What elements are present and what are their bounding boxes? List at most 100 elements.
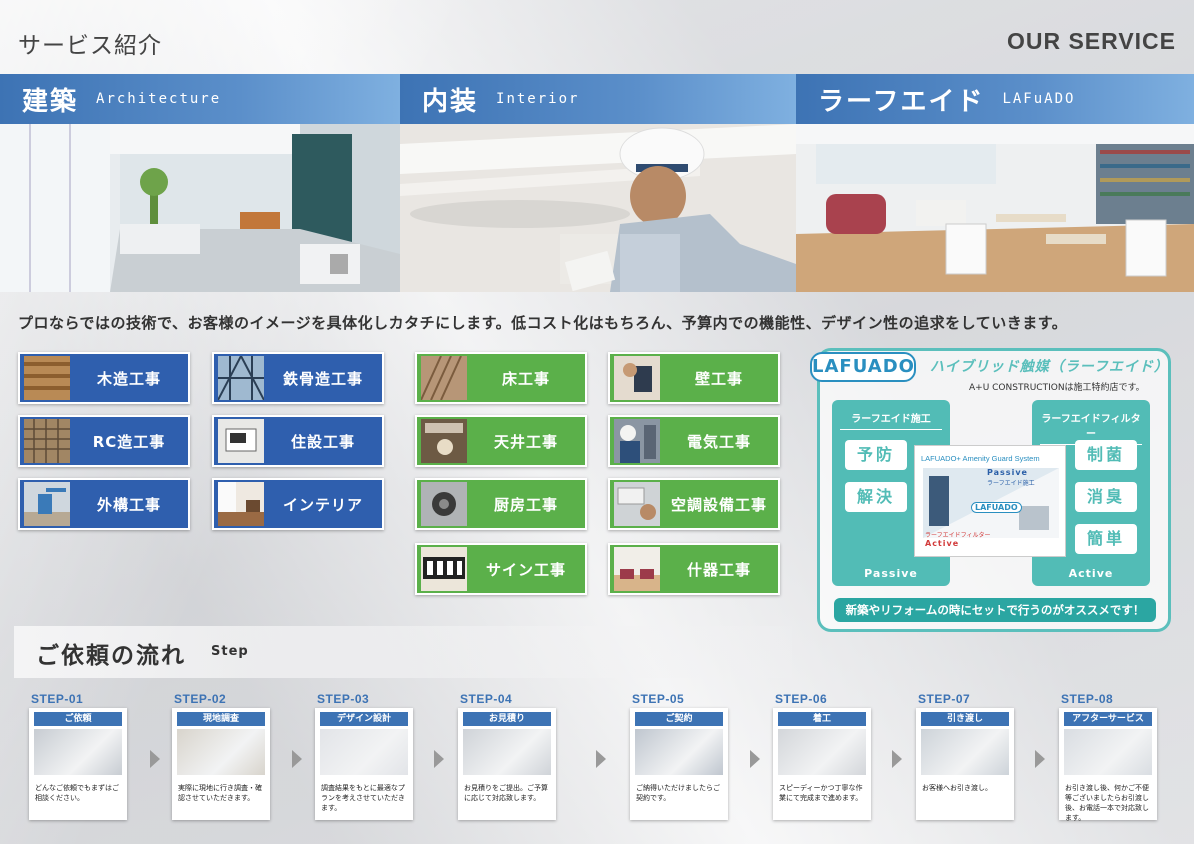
step-photo bbox=[320, 729, 408, 775]
lafuado-banner: 新築やリフォームの時にセットで行うのがオススメです！ bbox=[834, 598, 1156, 622]
work-label: インテリア bbox=[282, 495, 363, 514]
step-card: 引き渡しお客様へお引き渡し。 bbox=[916, 708, 1014, 820]
step-number: STEP-03 bbox=[317, 692, 370, 706]
step-title: 引き渡し bbox=[921, 712, 1009, 726]
work-steel[interactable]: 鉄骨造工事 bbox=[212, 352, 384, 404]
work-label: 鉄骨造工事 bbox=[282, 369, 363, 388]
card-title: LAFUADO+ Amenity Guard System bbox=[921, 454, 1040, 463]
work-label: 什器工事 bbox=[686, 560, 751, 579]
work-sign[interactable]: サイン工事 bbox=[415, 543, 587, 595]
step-title: お見積り bbox=[463, 712, 551, 726]
service-en: LAFuADO bbox=[1002, 91, 1076, 107]
column-caption: ラーフエイド施工 bbox=[840, 410, 942, 430]
service-tagline: プロならではの技術で、お客様のイメージを具体化しカタチにします。低コスト化はもち… bbox=[18, 314, 1068, 332]
step-card: 現地調査実際に現地に行き調査・確認させていただきます。 bbox=[172, 708, 270, 820]
page-title-en: OUR SERVICE bbox=[1006, 28, 1176, 54]
step-number: STEP-05 bbox=[632, 692, 685, 706]
step-card: アフターサービスお引き渡し後、何かご不便等ございましたらお引渡し後、お電話一本で… bbox=[1059, 708, 1157, 822]
rc-thumb bbox=[24, 419, 70, 463]
flow-title: ご依頼の流れ bbox=[36, 643, 186, 669]
card-logo: LAFUADO bbox=[971, 502, 1022, 513]
card-active: Active bbox=[925, 539, 960, 548]
step-title: アフターサービス bbox=[1064, 712, 1152, 726]
work-floor[interactable]: 床工事 bbox=[415, 352, 587, 404]
step-text: お客様へお引き渡し。 bbox=[922, 784, 992, 792]
step-arrow-icon bbox=[596, 750, 606, 768]
step-arrow-icon bbox=[150, 750, 160, 768]
service-jp: 建築 bbox=[22, 86, 79, 117]
work-hvac[interactable]: 空調設備工事 bbox=[608, 478, 780, 530]
step-card: ご契約 ご納得いただけましたらご契約です。 bbox=[630, 708, 728, 820]
pill-deodorize: 消臭 bbox=[1075, 482, 1137, 512]
work-label: 空調設備工事 bbox=[670, 495, 767, 514]
step-title: ご依頼 bbox=[34, 712, 122, 726]
work-ceiling[interactable]: 天井工事 bbox=[415, 415, 587, 467]
step-title: 現地調査 bbox=[177, 712, 265, 726]
step-card: 着工 スピーディーかつ丁寧な作業にて完成まで進めます。 bbox=[773, 708, 871, 820]
step-number: STEP-08 bbox=[1061, 692, 1114, 706]
work-label: サイン工事 bbox=[485, 560, 566, 579]
step-number: STEP-02 bbox=[174, 692, 227, 706]
exterior-thumb bbox=[24, 482, 70, 526]
step-arrow-icon bbox=[1035, 750, 1045, 768]
step-card: デザイン設計調査結果をもとに最適なプランを考えさせていただきます。 bbox=[315, 708, 413, 820]
work-electrical[interactable]: 電気工事 bbox=[608, 415, 780, 467]
step-text: どんなご依頼でもまずはご相談ください。 bbox=[35, 784, 119, 802]
service-jp: 内装 bbox=[422, 86, 479, 117]
service-band-interior: 内装 Interior bbox=[400, 74, 796, 124]
step-card: お見積りお見積りをご提出。ご予算に応じて対応致します。 bbox=[458, 708, 556, 820]
step-card: ご依頼どんなご依頼でもまずはご相談ください。 bbox=[29, 708, 127, 820]
step-arrow-icon bbox=[292, 750, 302, 768]
column-footer: Passive bbox=[864, 567, 918, 580]
step-title: 着工 bbox=[778, 712, 866, 726]
lafuado-subtext: A+U CONSTRUCTIONは施工特約店です。 bbox=[969, 383, 1145, 393]
page-title: サービス紹介 bbox=[18, 33, 162, 59]
step-text: お引き渡し後、何かご不便等ございましたらお引渡し後、お電話一本で対応致します。 bbox=[1065, 784, 1149, 822]
step-photo bbox=[1064, 729, 1152, 775]
step-number: STEP-04 bbox=[460, 692, 513, 706]
pill-solve: 解決 bbox=[845, 482, 907, 512]
step-text: 実際に現地に行き調査・確認させていただきます。 bbox=[178, 784, 262, 802]
pill-antibacterial: 制菌 bbox=[1075, 440, 1137, 470]
step-text: ご納得いただけましたらご契約です。 bbox=[636, 784, 720, 802]
lafuado-logo: LAFUADO bbox=[810, 352, 916, 382]
fixtures-thumb bbox=[614, 547, 660, 591]
step-photo bbox=[463, 729, 551, 775]
step-text: お見積りをご提出。ご予算に応じて対応致します。 bbox=[464, 784, 548, 802]
step-photo bbox=[921, 729, 1009, 775]
ceiling-thumb bbox=[421, 419, 467, 463]
wooden-thumb bbox=[24, 356, 70, 400]
work-interior-design[interactable]: インテリア bbox=[212, 478, 384, 530]
floor-thumb bbox=[421, 356, 467, 400]
steel-thumb bbox=[218, 356, 264, 400]
service-band-lafuado: ラーフエイド LAFuADO bbox=[796, 74, 1194, 124]
work-housing-equipment[interactable]: 住設工事 bbox=[212, 415, 384, 467]
step-photo bbox=[34, 729, 122, 775]
step-arrow-icon bbox=[434, 750, 444, 768]
step-title: デザイン設計 bbox=[320, 712, 408, 726]
step-photo bbox=[778, 729, 866, 775]
work-exterior[interactable]: 外構工事 bbox=[18, 478, 190, 530]
work-label: 天井工事 bbox=[493, 432, 558, 451]
card-active-sub: ラーフエイドフィルター bbox=[925, 532, 991, 539]
step-photo bbox=[635, 729, 723, 775]
work-label: 電気工事 bbox=[686, 432, 751, 451]
step-photo bbox=[177, 729, 265, 775]
work-rc[interactable]: RC造工事 bbox=[18, 415, 190, 467]
electrical-thumb bbox=[614, 419, 660, 463]
amenity-guard-card: LAFUADO+ Amenity Guard System Passive ラー… bbox=[914, 445, 1066, 557]
kitchen-thumb bbox=[421, 482, 467, 526]
work-kitchen[interactable]: 厨房工事 bbox=[415, 478, 587, 530]
step-text: 調査結果をもとに最適なプランを考えさせていただきます。 bbox=[321, 784, 405, 812]
work-fixtures[interactable]: 什器工事 bbox=[608, 543, 780, 595]
work-wall[interactable]: 壁工事 bbox=[608, 352, 780, 404]
housing-thumb bbox=[218, 419, 264, 463]
column-footer: Active bbox=[1068, 567, 1114, 580]
work-label: 木造工事 bbox=[96, 369, 161, 388]
wall-thumb bbox=[614, 356, 660, 400]
card-passive-sub: ラーフエイド施工 bbox=[987, 480, 1035, 487]
work-wooden[interactable]: 木造工事 bbox=[18, 352, 190, 404]
step-number: STEP-01 bbox=[31, 692, 84, 706]
step-number: STEP-06 bbox=[775, 692, 828, 706]
interior-thumb bbox=[218, 482, 264, 526]
